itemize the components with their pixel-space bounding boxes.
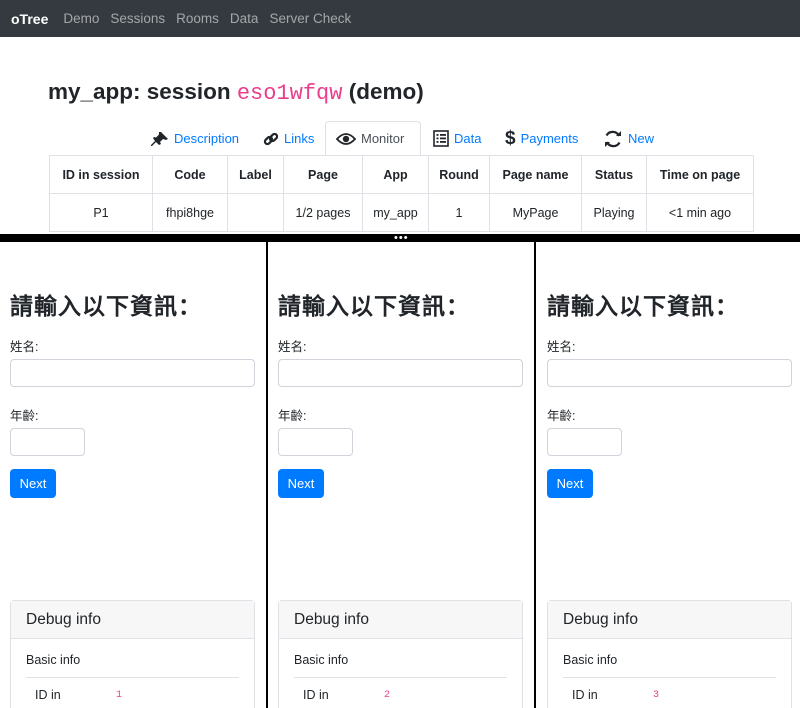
col-status: Status	[581, 155, 647, 194]
tab-links-label: Links	[284, 131, 315, 146]
col-page: Page	[283, 155, 363, 194]
debug-info-card: Debug info Basic info ID in 1	[10, 600, 255, 708]
form-heading: 請輸入以下資訊：	[10, 293, 202, 319]
name-label: 姓名:	[547, 340, 576, 354]
debug-info-title: Debug info	[11, 601, 254, 639]
table-header-row: ID in session Code Label Page App Round …	[49, 155, 754, 194]
table-cell: <1 min ago	[646, 193, 754, 232]
table-cell: 1	[428, 193, 490, 232]
table-cell: 1/2 pages	[283, 193, 363, 232]
name-label: 姓名:	[10, 340, 39, 354]
debug-info-title: Debug info	[548, 601, 791, 639]
col-id-in-session: ID in session	[49, 155, 153, 194]
nav-link-sessions[interactable]: Sessions	[110, 11, 165, 26]
name-label: 姓名:	[278, 340, 307, 354]
table-cell: fhpi8hge	[152, 193, 228, 232]
age-label: 年齡:	[10, 409, 39, 423]
pushpin-icon	[151, 131, 169, 147]
session-title-prefix: my_app: session	[48, 79, 231, 104]
nav-link-server-check[interactable]: Server Check	[269, 11, 351, 26]
table-cell	[227, 193, 284, 232]
tab-new-label: New	[628, 131, 655, 146]
dollar-icon: $	[505, 127, 516, 149]
tab-payments-label: Payments	[520, 131, 579, 146]
session-code: eso1wfqw	[236, 81, 343, 106]
navbar: oTree Demo Sessions Rooms Data Server Ch…	[0, 0, 800, 37]
debug-key: ID in	[303, 688, 329, 702]
tab-description[interactable]: Description	[141, 121, 249, 156]
refresh-icon	[603, 130, 623, 148]
age-label: 年齡:	[278, 409, 307, 423]
nav-link-rooms[interactable]: Rooms	[176, 11, 219, 26]
table-cell: P1	[49, 193, 153, 232]
debug-key: ID in	[35, 688, 61, 702]
table-cell: my_app	[362, 193, 429, 232]
nav-link-data[interactable]: Data	[230, 11, 259, 26]
form-heading: 請輸入以下資訊：	[278, 293, 470, 319]
tab-data[interactable]: Data	[423, 121, 491, 156]
tab-payments[interactable]: $ Payments	[495, 121, 588, 156]
page-title: my_app: session eso1wfqw (demo)	[48, 79, 424, 106]
tab-monitor[interactable]: Monitor	[325, 121, 421, 156]
nav-link-demo[interactable]: Demo	[63, 11, 99, 26]
debug-info-title: Debug info	[279, 601, 522, 639]
tab-links[interactable]: Links	[253, 121, 324, 156]
next-button[interactable]: Next	[278, 469, 324, 498]
name-input[interactable]	[278, 359, 523, 387]
debug-value: 2	[384, 690, 391, 701]
debug-value: 3	[653, 690, 660, 701]
table-row: P1 fhpi8hge 1/2 pages my_app 1 MyPage Pl…	[49, 193, 754, 232]
divider	[563, 677, 776, 678]
brand-link[interactable]: oTree	[11, 11, 48, 27]
tab-monitor-label: Monitor	[361, 131, 405, 146]
debug-value: 1	[116, 690, 123, 701]
col-code: Code	[152, 155, 228, 194]
basic-info-heading: Basic info	[26, 653, 81, 667]
col-round: Round	[428, 155, 490, 194]
link-icon	[263, 131, 279, 147]
divider	[294, 677, 507, 678]
debug-key: ID in	[572, 688, 598, 702]
divider	[26, 677, 239, 678]
name-input[interactable]	[547, 359, 792, 387]
list-icon	[433, 130, 449, 147]
session-tabs: Description Links Monitor Data $ Payment…	[141, 121, 753, 156]
tab-description-label: Description	[174, 131, 240, 146]
pane-separator[interactable]	[534, 242, 536, 708]
col-page-name: Page name	[489, 155, 582, 194]
col-app: App	[362, 155, 429, 194]
basic-info-heading: Basic info	[294, 653, 349, 667]
monitor-table: ID in session Code Label Page App Round …	[49, 155, 754, 232]
debug-info-card: Debug info Basic info ID in 3	[547, 600, 792, 708]
participant-pane-3: 請輸入以下資訊： 姓名: 年齡: Next Debug info Basic i…	[537, 242, 800, 708]
basic-info-heading: Basic info	[563, 653, 618, 667]
participant-pane-1: 請輸入以下資訊： 姓名: 年齡: Next Debug info Basic i…	[0, 242, 266, 708]
age-input[interactable]	[10, 428, 85, 456]
table-cell: MyPage	[489, 193, 582, 232]
table-cell: Playing	[581, 193, 647, 232]
debug-info-card: Debug info Basic info ID in 2	[278, 600, 523, 708]
name-input[interactable]	[10, 359, 255, 387]
tab-data-label: Data	[454, 131, 482, 146]
eye-icon	[336, 132, 356, 146]
drag-handle-icon[interactable]: •••	[394, 233, 409, 244]
age-input[interactable]	[547, 428, 622, 456]
col-label: Label	[227, 155, 284, 194]
session-title-suffix: (demo)	[348, 79, 424, 104]
col-time-on-page: Time on page	[646, 155, 754, 194]
age-input[interactable]	[278, 428, 353, 456]
next-button[interactable]: Next	[547, 469, 593, 498]
form-heading: 請輸入以下資訊：	[547, 293, 739, 319]
age-label: 年齡:	[547, 409, 576, 423]
participant-pane-2: 請輸入以下資訊： 姓名: 年齡: Next Debug info Basic i…	[268, 242, 534, 708]
next-button[interactable]: Next	[10, 469, 56, 498]
tab-new[interactable]: New	[593, 121, 664, 156]
